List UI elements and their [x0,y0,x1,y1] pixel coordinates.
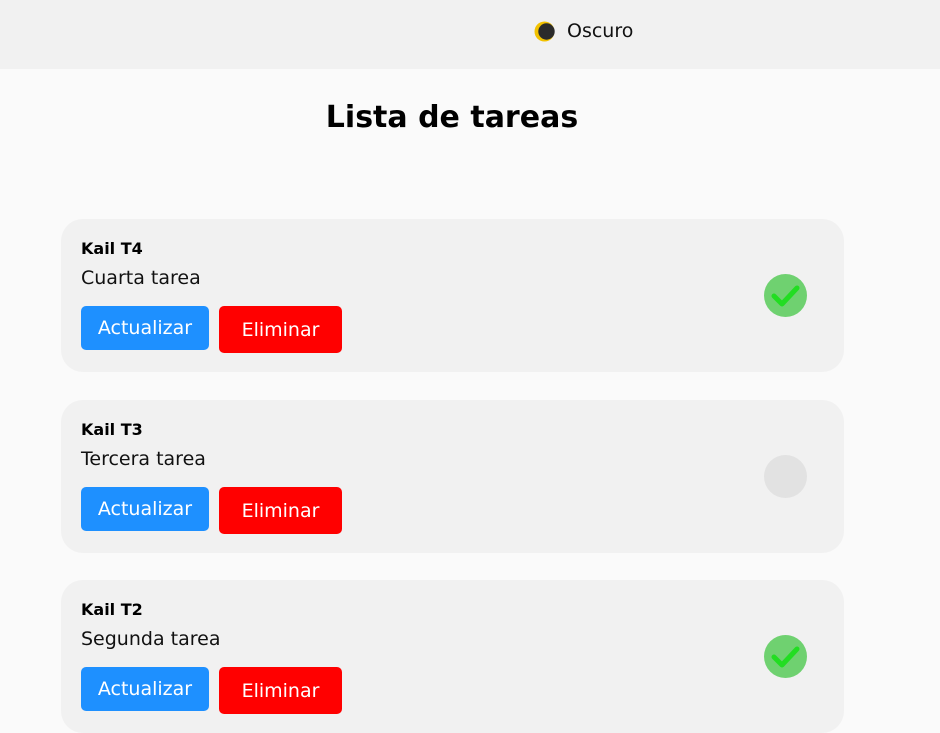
theme-toggle-label: Oscuro [567,20,634,42]
task-status-toggle[interactable] [764,274,807,317]
task-description: Segunda tarea [81,628,221,650]
page-title: Lista de tareas [325,100,579,135]
delete-button[interactable]: Eliminar [219,667,342,714]
update-button[interactable]: Actualizar [81,306,209,350]
checkmark-icon [771,285,800,307]
task-status-toggle[interactable] [764,455,807,498]
task-description: Tercera tarea [81,448,206,470]
top-bar: Oscuro [0,0,940,69]
task-status-toggle[interactable] [764,635,807,678]
update-button[interactable]: Actualizar [81,487,209,531]
task-title: Kail T3 [81,420,143,439]
delete-button[interactable]: Eliminar [219,487,342,534]
task-card: Kail T3 Tercera tarea Actualizar Elimina… [61,400,844,553]
task-title: Kail T2 [81,600,143,619]
task-description: Cuarta tarea [81,267,201,289]
task-title: Kail T4 [81,239,143,258]
moon-icon [534,21,555,41]
task-card: Kail T2 Segunda tarea Actualizar Elimina… [61,580,844,733]
task-card: Kail T4 Cuarta tarea Actualizar Eliminar [61,219,844,372]
theme-toggle[interactable]: Oscuro [534,18,633,44]
update-button[interactable]: Actualizar [81,667,209,711]
delete-button[interactable]: Eliminar [219,306,342,353]
checkmark-icon [771,646,800,668]
